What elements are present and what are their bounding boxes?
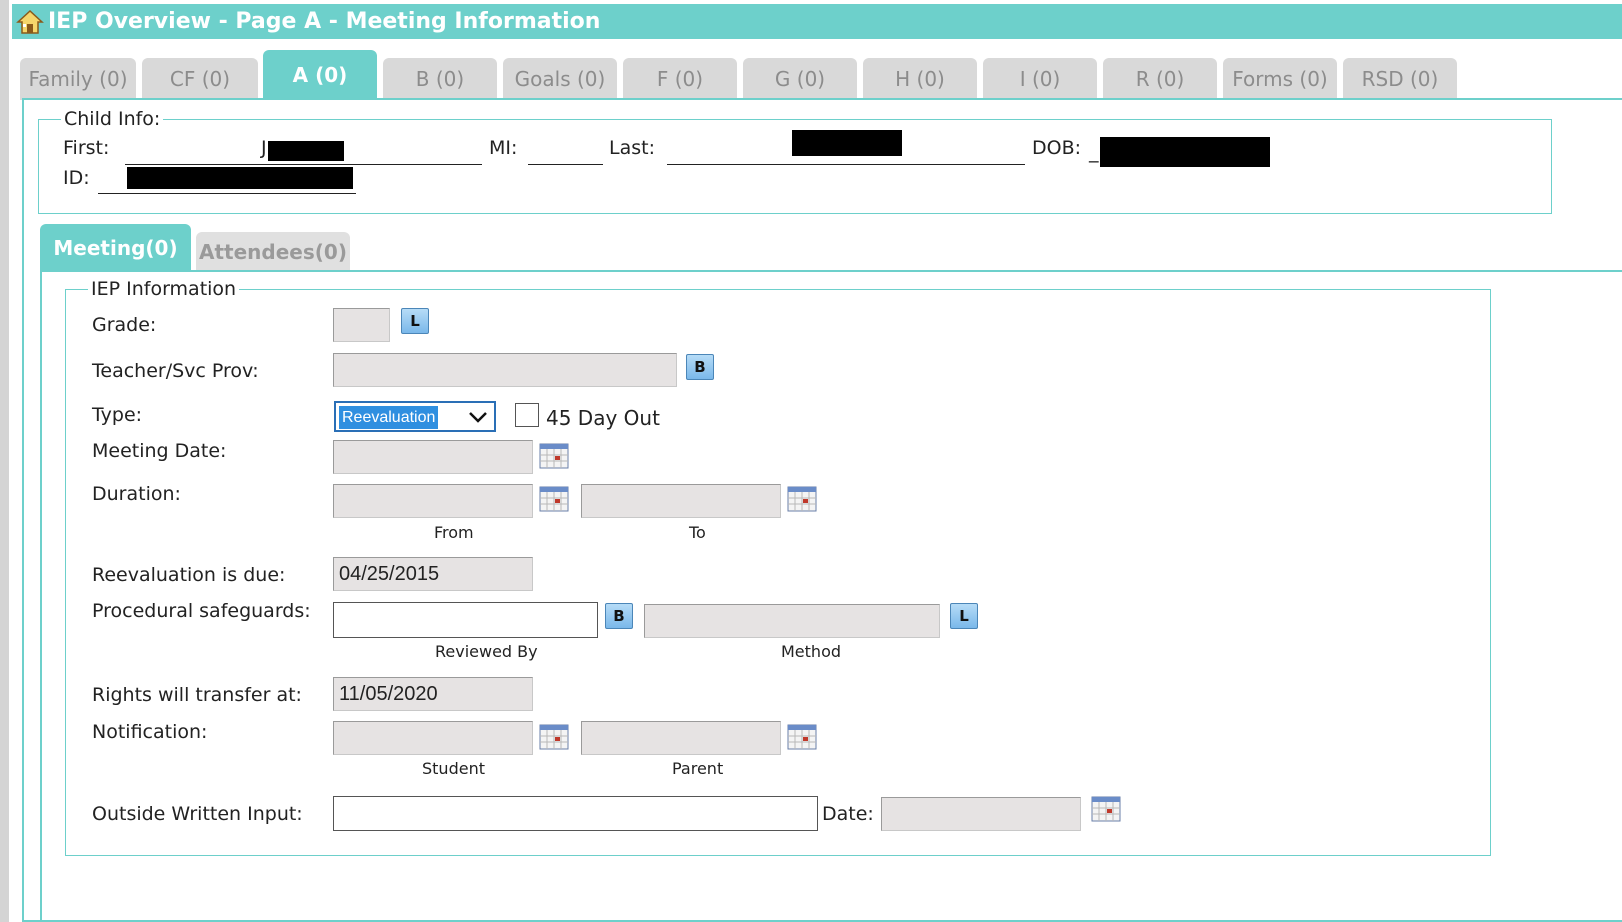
teacher-field[interactable] [333, 353, 677, 387]
rights-transfer-field[interactable]: 11/05/2020 [333, 677, 533, 711]
child-info-group: Child Info: [38, 108, 1552, 214]
home-icon [16, 9, 44, 34]
calendar-icon[interactable] [539, 724, 569, 750]
calendar-icon[interactable] [1091, 796, 1121, 822]
student-caption: Student [422, 759, 485, 778]
window-title: IEP Overview - Page A - Meeting Informat… [48, 9, 601, 34]
redaction-box [268, 141, 344, 161]
reevaluation-due-field[interactable]: 04/25/2015 [333, 557, 533, 591]
meeting-date-label: Meeting Date: [92, 440, 227, 462]
calendar-icon[interactable] [787, 486, 817, 512]
type-selected-value: Reevaluation [339, 406, 439, 429]
reviewed-by-caption: Reviewed By [435, 642, 538, 661]
title-bar: IEP Overview - Page A - Meeting Informat… [12, 4, 1622, 39]
outside-date-label: Date: [822, 803, 874, 825]
calendar-icon[interactable] [539, 486, 569, 512]
calendar-icon[interactable] [787, 724, 817, 750]
reevaluation-due-label: Reevaluation is due: [92, 564, 286, 586]
first-name-label: First: [63, 137, 110, 159]
type-select[interactable]: Reevaluation [334, 401, 496, 432]
outside-written-input-label: Outside Written Input: [92, 803, 303, 825]
iep-information-legend: IEP Information [91, 278, 237, 300]
to-caption: To [689, 523, 706, 542]
45-day-out-label: 45 Day Out [546, 406, 660, 430]
tab-h[interactable]: H (0) [863, 58, 977, 100]
notification-parent-field[interactable] [581, 721, 781, 755]
method-field[interactable] [644, 604, 940, 638]
notification-label: Notification: [92, 721, 208, 743]
tab-family[interactable]: Family (0) [20, 58, 136, 100]
duration-to-field[interactable] [581, 484, 781, 518]
subtab-attendees[interactable]: Attendees(0) [196, 232, 350, 272]
mi-label: MI: [489, 137, 518, 159]
grade-lookup-button[interactable]: L [401, 308, 429, 334]
tab-cf[interactable]: CF (0) [142, 58, 258, 100]
duration-from-field[interactable] [333, 484, 533, 518]
tab-rsd[interactable]: RSD (0) [1343, 58, 1457, 100]
outside-written-input-field[interactable] [333, 796, 818, 831]
id-label: ID: [63, 167, 90, 189]
tab-g[interactable]: G (0) [743, 58, 857, 100]
tab-f[interactable]: F (0) [623, 58, 737, 100]
tab-r[interactable]: R (0) [1103, 58, 1217, 100]
last-name-underline [667, 164, 1025, 165]
subtab-meeting[interactable]: Meeting(0) [40, 224, 191, 272]
teacher-label: Teacher/Svc Prov: [92, 360, 259, 382]
last-name-label: Last: [609, 137, 655, 159]
tab-goals[interactable]: Goals (0) [503, 58, 617, 100]
reviewed-by-browse-button[interactable]: B [605, 603, 633, 629]
dob-prefix: _ [1089, 141, 1099, 163]
tab-b[interactable]: B (0) [383, 58, 497, 100]
id-underline [98, 193, 356, 194]
grade-field[interactable] [333, 308, 390, 342]
duration-label: Duration: [92, 483, 181, 505]
from-caption: From [434, 523, 474, 542]
meeting-date-field[interactable] [333, 440, 533, 474]
tab-a[interactable]: A (0) [263, 50, 377, 100]
redaction-box [792, 130, 902, 156]
child-info-legend: Child Info: [64, 108, 161, 130]
rights-transfer-label: Rights will transfer at: [92, 684, 302, 706]
first-name-value: J [261, 137, 267, 159]
teacher-browse-button[interactable]: B [686, 354, 714, 380]
procedural-safeguards-label: Procedural safeguards: [92, 600, 311, 622]
tab-forms[interactable]: Forms (0) [1223, 58, 1337, 100]
tab-i[interactable]: I (0) [983, 58, 1097, 100]
redaction-box [127, 167, 353, 189]
calendar-icon[interactable] [539, 443, 569, 469]
method-lookup-button[interactable]: L [950, 603, 978, 629]
45-day-out-checkbox[interactable] [515, 403, 539, 427]
mi-underline [528, 164, 603, 165]
chevron-down-icon [469, 412, 487, 423]
first-name-underline [125, 164, 482, 165]
window-left-edge [0, 0, 9, 922]
reviewed-by-field[interactable] [333, 602, 598, 638]
parent-caption: Parent [672, 759, 724, 778]
redaction-box [1100, 137, 1270, 167]
type-label: Type: [92, 404, 143, 426]
outside-date-field[interactable] [881, 797, 1081, 831]
method-caption: Method [781, 642, 842, 661]
dob-label: DOB: [1032, 137, 1082, 159]
grade-label: Grade: [92, 314, 157, 336]
notification-student-field[interactable] [333, 721, 533, 755]
